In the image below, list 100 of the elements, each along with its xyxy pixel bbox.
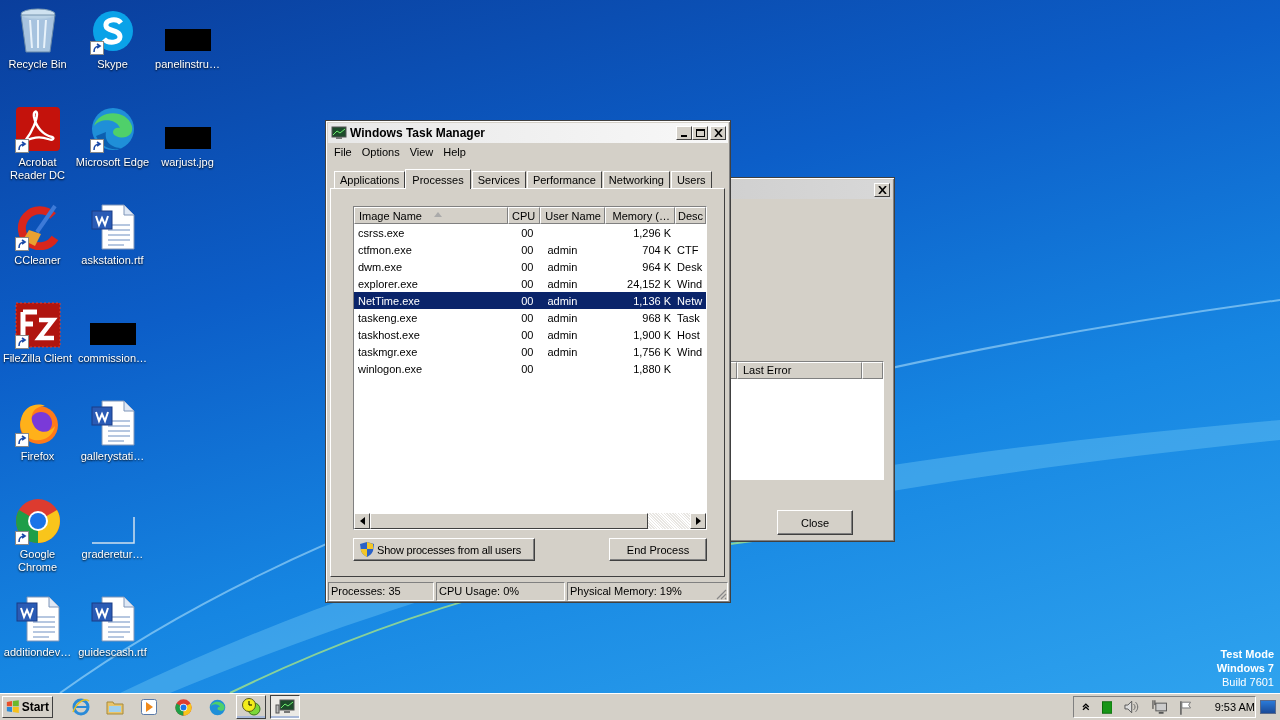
process-row[interactable]: dwm.exe 00 admin 964 K Desk bbox=[354, 258, 706, 275]
shortcut-label: FileZilla Client bbox=[2, 352, 73, 365]
blank-file-icon bbox=[89, 515, 136, 545]
process-row[interactable]: NetTime.exe 00 admin 1,136 K Netw bbox=[354, 292, 706, 309]
desktop-shortcut[interactable]: Microsoft Edge bbox=[75, 104, 150, 202]
tab[interactable]: Services bbox=[471, 171, 526, 188]
table-cell: 00 bbox=[521, 311, 534, 324]
table-cell: 964 K bbox=[642, 260, 672, 273]
shortcut-label: gallerystati… bbox=[80, 450, 145, 463]
table-cell: 704 K bbox=[642, 243, 672, 256]
table-cell: 00 bbox=[521, 260, 534, 273]
window-title: Windows Task Manager bbox=[350, 126, 486, 140]
process-row[interactable]: explorer.exe 00 admin 24,152 K Wind bbox=[354, 275, 706, 292]
column-header[interactable]: CPU bbox=[508, 207, 541, 224]
desktop-shortcut[interactable]: FileZilla Client bbox=[0, 300, 75, 398]
tab[interactable]: Users bbox=[670, 171, 712, 188]
menu-item[interactable]: Help bbox=[438, 146, 471, 158]
table-cell: 00 bbox=[521, 345, 534, 358]
column-header[interactable]: Image Name bbox=[354, 207, 509, 224]
table-cell: 00 bbox=[521, 294, 534, 307]
globe-icon bbox=[72, 698, 90, 716]
shortcut-arrow-icon bbox=[89, 139, 104, 153]
browser-wheel-icon bbox=[14, 498, 61, 544]
process-row[interactable]: winlogon.exe 00 1,880 K bbox=[354, 360, 706, 377]
redacted-thumbnail-icon bbox=[164, 127, 211, 149]
desktop-shortcut[interactable]: gallerystati… bbox=[75, 398, 150, 496]
table-cell: explorer.exe bbox=[358, 277, 418, 290]
horizontal-scrollbar[interactable] bbox=[354, 513, 706, 529]
start-button[interactable]: Start bbox=[2, 696, 53, 718]
desktop-shortcut[interactable]: Firefox bbox=[0, 398, 75, 496]
tab[interactable]: Processes bbox=[405, 169, 471, 189]
table-cell: admin bbox=[547, 311, 578, 324]
show-all-users-button[interactable]: Show processes from all users bbox=[353, 538, 535, 561]
network-icon[interactable] bbox=[1151, 699, 1168, 715]
close-icon[interactable] bbox=[874, 182, 890, 197]
play-icon bbox=[141, 699, 157, 715]
process-row[interactable]: taskeng.exe 00 admin 968 K Task bbox=[354, 309, 706, 326]
end-process-button[interactable]: End Process bbox=[609, 538, 707, 561]
close-button[interactable]: Close bbox=[777, 510, 853, 535]
watermark-text: Windows 7 bbox=[1216, 661, 1274, 675]
desktop-shortcut[interactable]: additiondev… bbox=[0, 594, 75, 692]
desktop-shortcut[interactable]: graderetur… bbox=[75, 496, 150, 594]
desktop-shortcut[interactable]: commission… bbox=[75, 300, 150, 398]
desktop-shortcut[interactable]: guidescash.rtf bbox=[75, 594, 150, 692]
table-cell: Netw bbox=[677, 294, 703, 307]
desktop-shortcut[interactable]: warjust.jpg bbox=[150, 104, 225, 202]
desktop-shortcut[interactable]: CCleaner bbox=[0, 202, 75, 300]
tab[interactable]: Applications bbox=[334, 171, 406, 188]
sort-arrow-icon bbox=[434, 212, 442, 217]
shortcut-label: CCleaner bbox=[14, 254, 61, 267]
browser-wheel-icon bbox=[174, 698, 192, 716]
column-header[interactable] bbox=[862, 362, 883, 379]
desktop-shortcut[interactable]: Acrobat Reader DC bbox=[0, 104, 75, 202]
shortcut-label: Recycle Bin bbox=[8, 58, 67, 71]
shortcut-label: Google Chrome bbox=[16, 548, 59, 574]
column-header[interactable]: Desc bbox=[675, 207, 706, 224]
document-icon bbox=[14, 595, 61, 643]
windows-flag-icon bbox=[6, 699, 20, 715]
process-row[interactable]: ctfmon.exe 00 admin 704 K CTF bbox=[354, 241, 706, 258]
chevron-up-icon[interactable] bbox=[1082, 703, 1090, 711]
taskbar-app[interactable] bbox=[270, 695, 300, 719]
process-row[interactable]: csrss.exe 00 1,296 K bbox=[354, 224, 706, 241]
desktop-shortcut[interactable]: askstation.rtf bbox=[75, 202, 150, 300]
process-row[interactable]: taskmgr.exe 00 admin 1,756 K Wind bbox=[354, 343, 706, 360]
desktop-shortcut[interactable]: Google Chrome bbox=[0, 496, 75, 594]
table-cell: ctfmon.exe bbox=[358, 243, 412, 256]
tab[interactable]: Performance bbox=[526, 171, 602, 188]
table-cell: 00 bbox=[521, 328, 534, 341]
menu-item[interactable]: Options bbox=[356, 146, 405, 158]
table-cell: winlogon.exe bbox=[358, 362, 423, 375]
status-field: CPU Usage: 0% bbox=[436, 582, 565, 601]
table-cell: dwm.exe bbox=[358, 260, 403, 273]
table-cell: 968 K bbox=[642, 311, 672, 324]
menu-item[interactable]: View bbox=[404, 146, 439, 158]
desktop-shortcut[interactable]: panelinstru… bbox=[150, 6, 225, 104]
column-header[interactable]: Memory (… bbox=[605, 207, 675, 224]
clock[interactable]: 9:53 AM bbox=[1214, 701, 1255, 713]
minimize-icon[interactable] bbox=[676, 126, 692, 140]
process-row[interactable]: taskhost.exe 00 admin 1,900 K Host bbox=[354, 326, 706, 343]
menu-item[interactable]: File bbox=[329, 146, 357, 158]
scroll-thumb[interactable] bbox=[370, 513, 648, 529]
desktop-shortcut[interactable]: Recycle Bin bbox=[0, 6, 75, 104]
table-cell: admin bbox=[547, 260, 578, 273]
table-cell: NetTime.exe bbox=[358, 294, 420, 307]
flag-icon[interactable] bbox=[1179, 699, 1193, 715]
close-icon[interactable] bbox=[710, 126, 726, 140]
maximize-icon[interactable] bbox=[692, 126, 708, 140]
column-header[interactable]: User Name bbox=[540, 207, 606, 224]
desktop-shortcut[interactable]: Skype bbox=[75, 6, 150, 104]
tab[interactable]: Networking bbox=[602, 171, 670, 188]
table-cell: Wind bbox=[677, 345, 703, 358]
status-field: Processes: 35 bbox=[328, 582, 434, 601]
wave-globe-icon bbox=[208, 698, 226, 716]
column-header[interactable]: Last Error bbox=[737, 362, 862, 379]
chat-bubble-icon bbox=[90, 9, 135, 53]
meter-icon[interactable] bbox=[1101, 700, 1113, 714]
speaker-icon[interactable] bbox=[1124, 700, 1140, 714]
monitor-icon bbox=[331, 126, 347, 140]
trash-bin-icon bbox=[17, 8, 58, 54]
resize-grip-icon[interactable] bbox=[716, 589, 727, 600]
